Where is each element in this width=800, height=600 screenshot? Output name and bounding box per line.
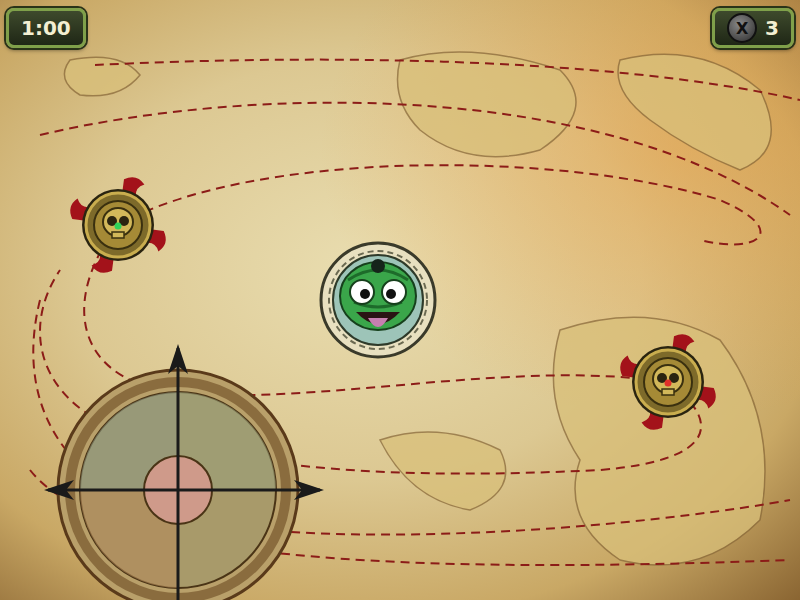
skull-hole	[63, 170, 173, 280]
timer-badge: 1:00	[6, 8, 86, 48]
compass-rose-icon	[28, 340, 328, 600]
frog-shooter-icon[interactable]	[318, 240, 438, 360]
skull-hole-icon	[613, 327, 723, 437]
timer-text: 1:00	[21, 16, 71, 40]
lives-count: 3	[765, 16, 779, 40]
frog-shooter[interactable]	[318, 240, 438, 360]
lives-icon: X	[727, 13, 757, 43]
compass-rose	[28, 340, 328, 600]
game-screen: 1:00 X3	[0, 0, 800, 600]
skull-hole-icon	[63, 170, 173, 280]
hud-bar: 1:00 X3	[0, 0, 800, 56]
lives-badge: X3	[712, 8, 794, 48]
skull-hole	[613, 327, 723, 437]
